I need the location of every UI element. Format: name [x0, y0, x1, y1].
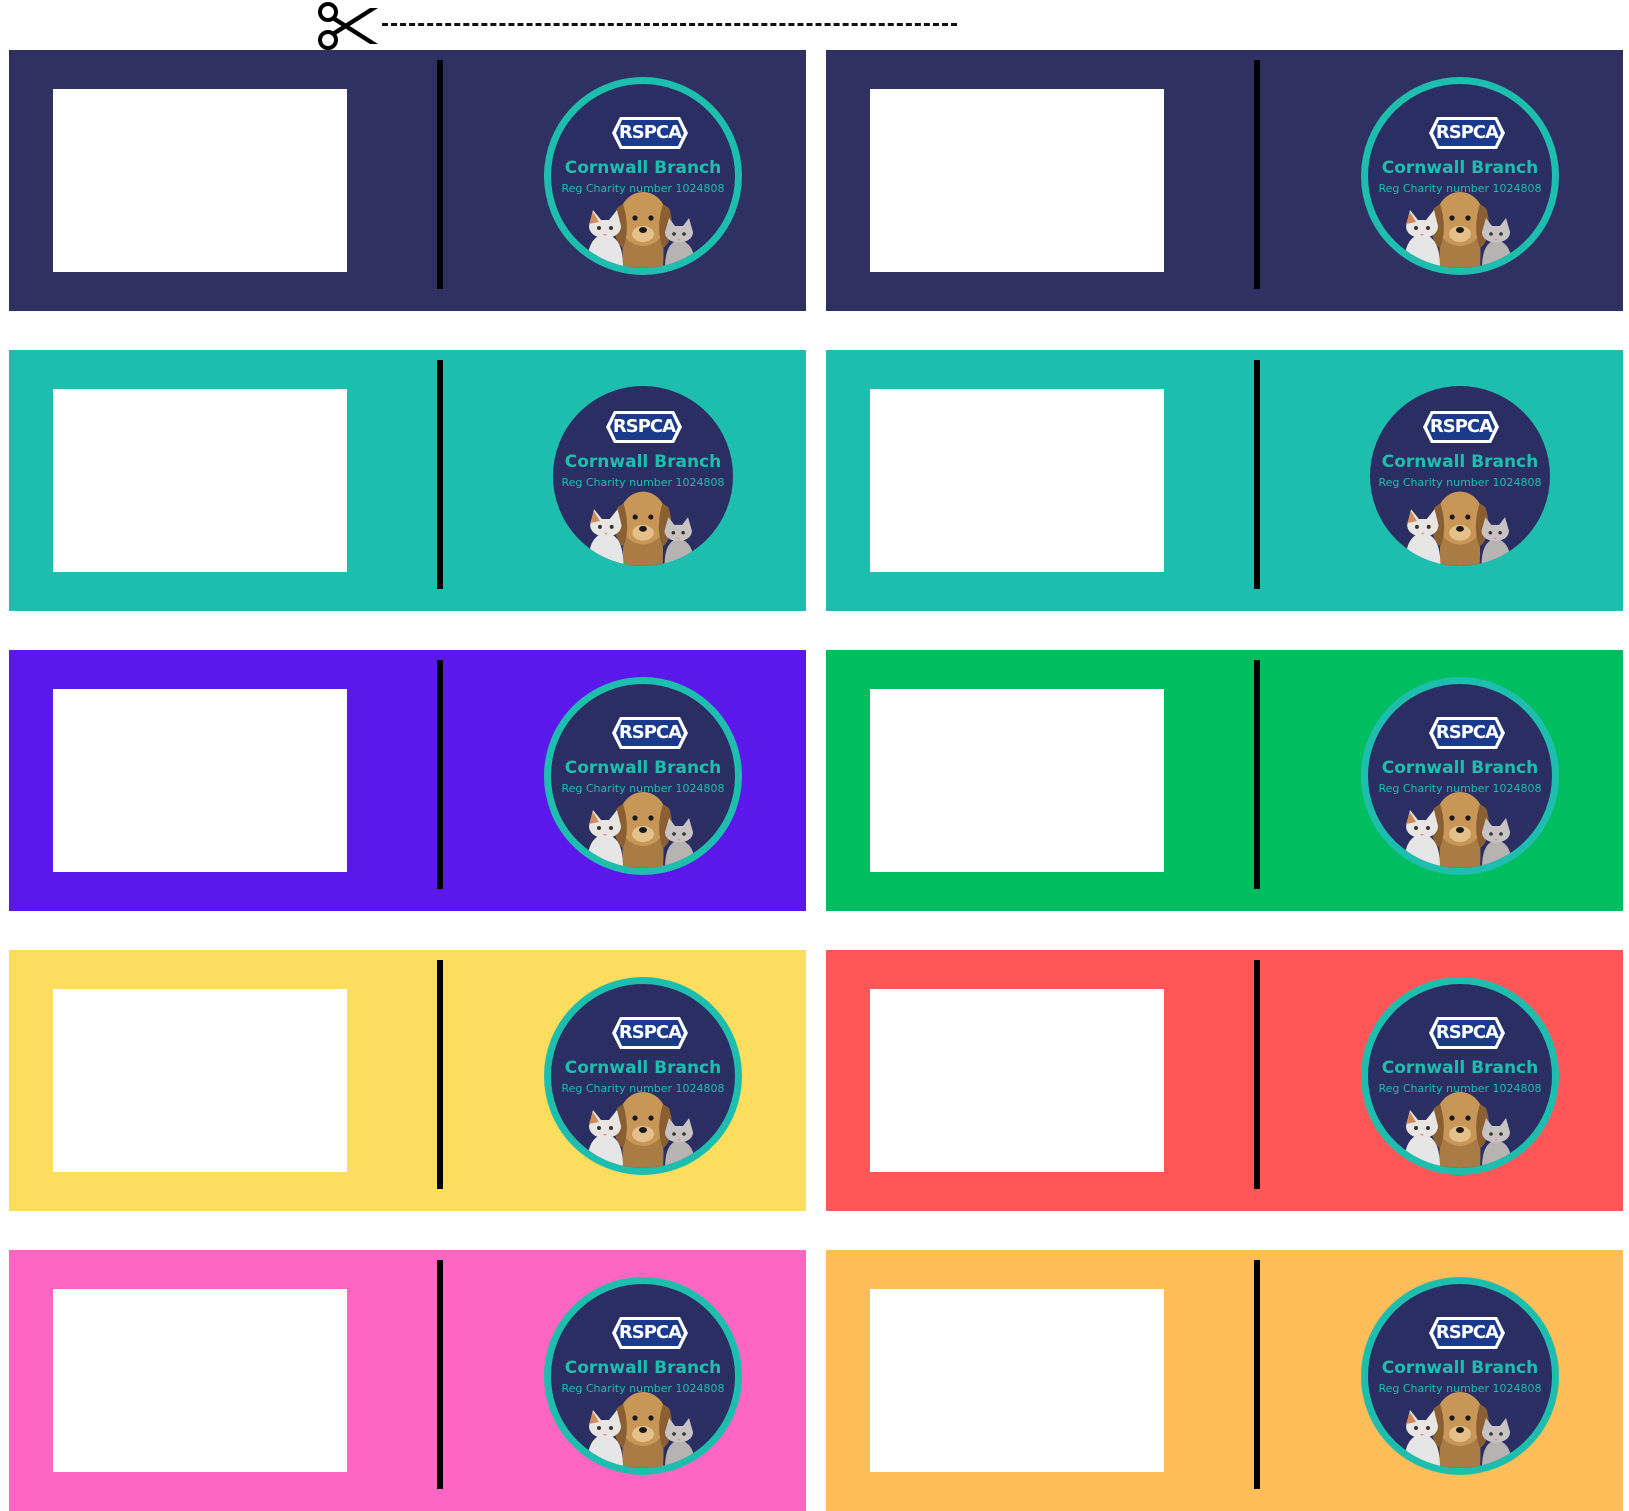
blank-write-area: [53, 89, 347, 272]
rspca-logo-text: RSPCA: [618, 722, 682, 743]
bookmark-card: RSPCA Cornwall Branch Reg Charity number…: [9, 650, 806, 911]
fold-line: [437, 360, 443, 589]
scissors-icon: [318, 2, 378, 50]
charity-number: Reg Charity number 1024808: [1378, 1082, 1542, 1095]
rspca-logo-text: RSPCA: [618, 1322, 682, 1343]
blank-write-area: [53, 1289, 347, 1472]
rspca-logo: RSPCA: [1427, 1014, 1507, 1052]
rspca-logo-text: RSPCA: [1435, 1022, 1499, 1043]
rspca-badge: RSPCA Cornwall Branch Reg Charity number…: [1361, 1277, 1559, 1475]
fold-line: [1254, 660, 1260, 889]
blank-write-area: [53, 389, 347, 572]
rspca-logo: RSPCA: [610, 1014, 690, 1052]
charity-number: Reg Charity number 1024808: [561, 782, 725, 795]
rspca-badge: RSPCA Cornwall Branch Reg Charity number…: [1361, 977, 1559, 1175]
rspca-badge: RSPCA Cornwall Branch Reg Charity number…: [1361, 677, 1559, 875]
blank-write-area: [870, 689, 1164, 872]
blank-write-area: [870, 1289, 1164, 1472]
blank-write-area: [870, 389, 1164, 572]
rspca-logo: RSPCA: [604, 408, 684, 446]
rspca-logo-text: RSPCA: [612, 416, 676, 437]
bookmark-card: RSPCA Cornwall Branch Reg Charity number…: [826, 50, 1623, 311]
bookmark-card: RSPCA Cornwall Branch Reg Charity number…: [9, 1250, 806, 1511]
fold-line: [1254, 60, 1260, 289]
rspca-badge: RSPCA Cornwall Branch Reg Charity number…: [1369, 385, 1551, 567]
fold-line: [1254, 360, 1260, 589]
rspca-logo: RSPCA: [1421, 408, 1501, 446]
rspca-badge: RSPCA Cornwall Branch Reg Charity number…: [552, 385, 734, 567]
fold-line: [437, 1260, 443, 1489]
charity-number: Reg Charity number 1024808: [1378, 476, 1542, 489]
rspca-logo: RSPCA: [610, 1314, 690, 1352]
fold-line: [437, 60, 443, 289]
blank-write-area: [53, 689, 347, 872]
rspca-badge: RSPCA Cornwall Branch Reg Charity number…: [544, 1277, 742, 1475]
rspca-logo-text: RSPCA: [1429, 416, 1493, 437]
rspca-badge: RSPCA Cornwall Branch Reg Charity number…: [544, 977, 742, 1175]
bookmark-card: RSPCA Cornwall Branch Reg Charity number…: [826, 1250, 1623, 1511]
branch-name: Cornwall Branch: [564, 758, 722, 778]
branch-name: Cornwall Branch: [1381, 1058, 1539, 1078]
blank-write-area: [53, 989, 347, 1172]
charity-number: Reg Charity number 1024808: [561, 1382, 725, 1395]
charity-number: Reg Charity number 1024808: [1378, 182, 1542, 195]
rspca-badge: RSPCA Cornwall Branch Reg Charity number…: [544, 77, 742, 275]
charity-number: Reg Charity number 1024808: [561, 476, 725, 489]
rspca-badge: RSPCA Cornwall Branch Reg Charity number…: [1361, 77, 1559, 275]
fold-line: [437, 960, 443, 1189]
bookmark-card: RSPCA Cornwall Branch Reg Charity number…: [9, 350, 806, 611]
branch-name: Cornwall Branch: [1381, 158, 1539, 178]
blank-write-area: [870, 989, 1164, 1172]
rspca-logo-text: RSPCA: [618, 1022, 682, 1043]
bookmark-card: RSPCA Cornwall Branch Reg Charity number…: [826, 950, 1623, 1211]
fold-line: [437, 660, 443, 889]
fold-line: [1254, 960, 1260, 1189]
cut-line: [382, 23, 957, 26]
rspca-logo: RSPCA: [1427, 1314, 1507, 1352]
fold-line: [1254, 1260, 1260, 1489]
bookmark-sheet: RSPCA Cornwall Branch Reg Charity number…: [9, 50, 1623, 1511]
branch-name: Cornwall Branch: [1381, 452, 1539, 472]
rspca-logo-text: RSPCA: [1435, 722, 1499, 743]
cut-guide: [318, 0, 968, 50]
charity-number: Reg Charity number 1024808: [561, 182, 725, 195]
charity-number: Reg Charity number 1024808: [1378, 1382, 1542, 1395]
branch-name: Cornwall Branch: [564, 1358, 722, 1378]
rspca-logo: RSPCA: [610, 714, 690, 752]
bookmark-card: RSPCA Cornwall Branch Reg Charity number…: [826, 350, 1623, 611]
rspca-badge: RSPCA Cornwall Branch Reg Charity number…: [544, 677, 742, 875]
branch-name: Cornwall Branch: [564, 1058, 722, 1078]
branch-name: Cornwall Branch: [564, 452, 722, 472]
bookmark-card: RSPCA Cornwall Branch Reg Charity number…: [9, 50, 806, 311]
rspca-logo-text: RSPCA: [1435, 122, 1499, 143]
charity-number: Reg Charity number 1024808: [1378, 782, 1542, 795]
bookmark-card: RSPCA Cornwall Branch Reg Charity number…: [826, 650, 1623, 911]
rspca-logo: RSPCA: [1427, 114, 1507, 152]
rspca-logo: RSPCA: [610, 114, 690, 152]
branch-name: Cornwall Branch: [564, 158, 722, 178]
branch-name: Cornwall Branch: [1381, 758, 1539, 778]
blank-write-area: [870, 89, 1164, 272]
branch-name: Cornwall Branch: [1381, 1358, 1539, 1378]
rspca-logo-text: RSPCA: [1435, 1322, 1499, 1343]
rspca-logo: RSPCA: [1427, 714, 1507, 752]
charity-number: Reg Charity number 1024808: [561, 1082, 725, 1095]
bookmark-card: RSPCA Cornwall Branch Reg Charity number…: [9, 950, 806, 1211]
rspca-logo-text: RSPCA: [618, 122, 682, 143]
